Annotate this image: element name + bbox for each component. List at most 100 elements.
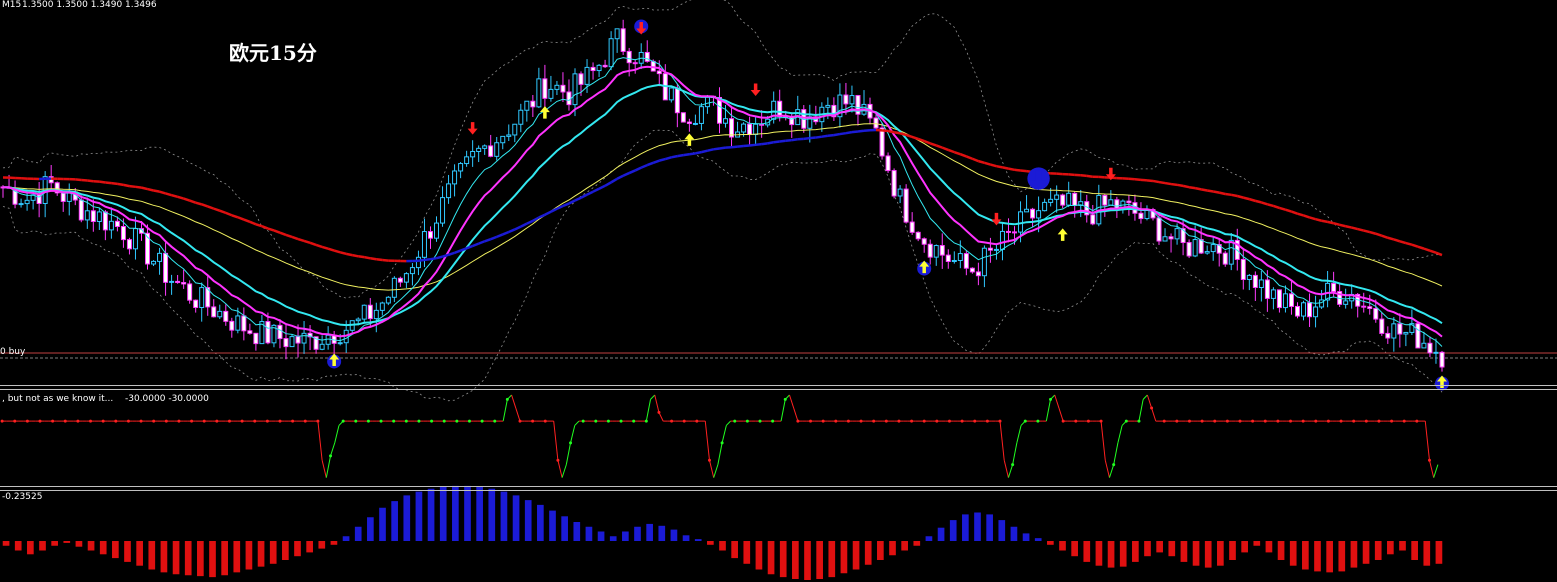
trend-line-segment	[165, 192, 172, 197]
trend-line-segment	[1381, 234, 1389, 239]
trend-line-segment	[640, 163, 648, 169]
trend-line-segment	[207, 205, 215, 210]
candle-body	[265, 321, 271, 344]
candle-body	[753, 123, 759, 136]
candle-body	[987, 247, 993, 251]
candle-body	[1373, 308, 1379, 320]
trend-line-segment	[1128, 177, 1136, 181]
candle-body	[1258, 279, 1264, 289]
trend-line-segment	[1357, 227, 1365, 232]
candle-body	[933, 245, 939, 258]
oscillator-pane	[0, 394, 1439, 478]
trend-line-segment	[430, 256, 437, 261]
trend-line-segment	[418, 258, 425, 262]
candle-body	[584, 66, 590, 85]
candle-body	[96, 211, 102, 222]
trend-line-segment	[1236, 194, 1244, 199]
oscillator-point	[303, 419, 307, 423]
oscillator-segment	[561, 464, 567, 478]
oscillator-point	[846, 419, 850, 423]
candle-body	[626, 50, 632, 64]
trend-line-segment	[671, 154, 678, 159]
candle-body	[373, 309, 379, 320]
trend-line-segment	[1375, 232, 1383, 237]
candle-body	[1276, 289, 1282, 309]
trend-line-segment	[1279, 206, 1286, 211]
oscillator-point	[38, 419, 42, 423]
candle-body	[235, 315, 241, 331]
oscillator-point	[164, 419, 168, 423]
oscillator-segment	[1054, 394, 1060, 409]
oscillator-point	[619, 419, 623, 423]
trend-line-segment	[851, 130, 859, 134]
oscillator-point	[1289, 419, 1293, 423]
trend-line-segment	[905, 133, 913, 139]
oscillator-point	[569, 441, 573, 445]
candle-body	[518, 109, 524, 125]
candle-body	[1319, 299, 1325, 308]
trend-line-segment	[929, 142, 937, 147]
trend-line-segment	[809, 136, 816, 140]
oscillator-segment	[1012, 442, 1018, 465]
oscillator-point	[543, 419, 547, 423]
trend-line-segment	[893, 130, 901, 135]
oscillator-point	[139, 419, 143, 423]
trend-line-segment	[1014, 168, 1021, 172]
oscillator-point	[1377, 419, 1381, 423]
candle-body	[1198, 239, 1204, 254]
trend-line-segment	[1152, 179, 1160, 184]
trend-line-segment	[364, 255, 371, 260]
candle-body	[367, 304, 373, 320]
trend-line-segment	[105, 181, 112, 185]
oscillator-segment	[515, 407, 521, 422]
candle-body	[921, 238, 927, 245]
trend-line-segment	[382, 258, 389, 262]
candle-body	[891, 170, 897, 197]
trend-line-segment	[1008, 167, 1015, 172]
trend-line-segment	[303, 239, 311, 245]
trend-line-segment	[1200, 188, 1208, 192]
candle-body	[1385, 332, 1391, 339]
candle-body	[108, 220, 114, 231]
trend-line-segment	[231, 214, 239, 219]
trend-line-segment	[845, 130, 853, 135]
trend-line-segment	[1273, 204, 1280, 210]
pane-separator	[0, 389, 1557, 390]
trend-line-segment	[117, 182, 124, 187]
trend-line-segment	[959, 152, 967, 158]
oscillator-point	[884, 419, 888, 423]
oscillator-point	[897, 419, 901, 423]
trend-line-segment	[953, 150, 961, 156]
oscillator-point	[442, 419, 446, 423]
pane-separator	[0, 385, 1557, 386]
oscillator-segment	[1016, 425, 1022, 443]
oscillator-point	[202, 419, 206, 423]
oscillator-segment	[1433, 464, 1439, 478]
trend-line-segment	[646, 161, 654, 167]
candle-body	[1397, 323, 1403, 335]
trend-line-segment	[345, 252, 353, 257]
trend-line-segment	[899, 132, 907, 137]
buy-arrow-icon	[1057, 228, 1068, 241]
oscillator-point	[809, 419, 813, 423]
oscillator-point	[114, 419, 118, 423]
oscillator-point	[101, 419, 105, 423]
oscillator-point	[1187, 419, 1191, 423]
trend-line-segment	[249, 220, 257, 226]
candle-body	[951, 259, 957, 263]
candle-body	[132, 228, 138, 250]
oscillator-point	[341, 419, 345, 423]
oscillator-point	[505, 397, 509, 401]
trend-line-segment	[881, 129, 889, 133]
trend-line-segment	[815, 135, 823, 139]
candle-body	[283, 338, 289, 348]
trend-line-segment	[520, 222, 528, 228]
candle-body	[602, 64, 608, 68]
oscillator-point	[467, 419, 471, 423]
candle-body	[825, 104, 831, 108]
candle-body	[975, 271, 981, 277]
trend-line-segment	[1351, 226, 1359, 231]
candle-body	[253, 332, 259, 345]
candle-body	[241, 315, 247, 332]
candle-body	[1270, 289, 1276, 299]
